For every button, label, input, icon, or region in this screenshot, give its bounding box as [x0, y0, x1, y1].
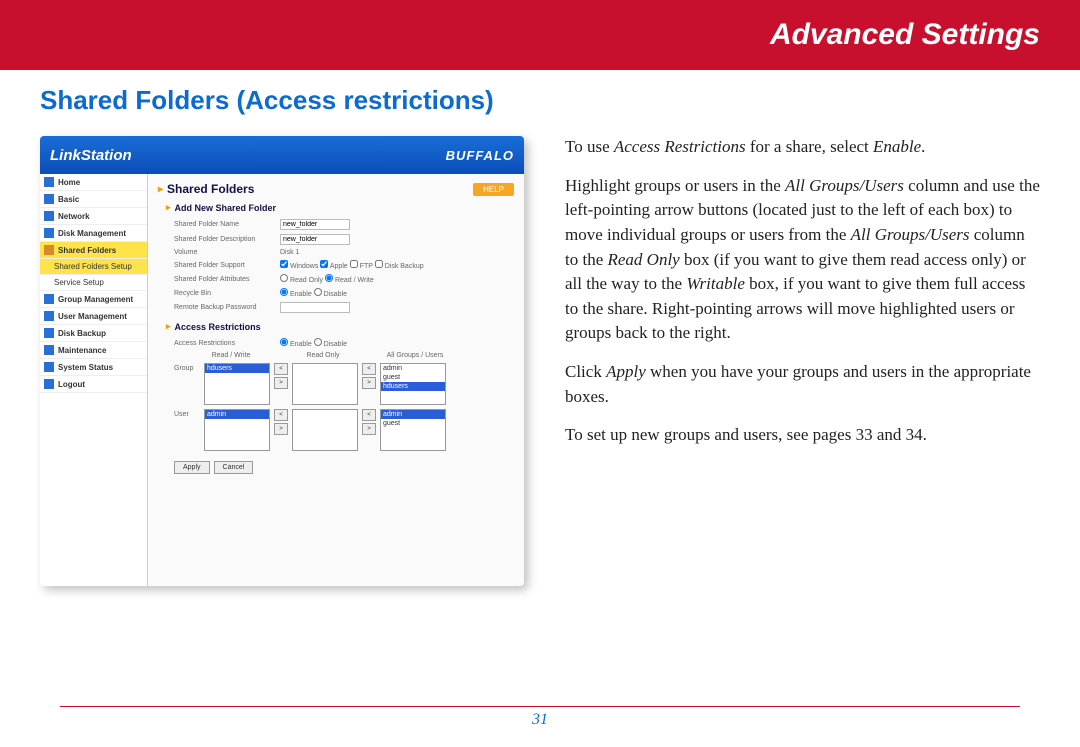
sidebar-item-system-status[interactable]: System Status	[40, 359, 147, 376]
cancel-button[interactable]: Cancel	[214, 461, 254, 474]
sidebar-item-service-setup[interactable]: Service Setup	[40, 275, 147, 291]
listbox-user-ro[interactable]	[292, 409, 358, 451]
nav-icon	[44, 177, 54, 187]
panel-title: Shared Folders	[158, 182, 254, 196]
col-read-write: Read / Write	[198, 352, 264, 359]
input-folder-name[interactable]	[280, 219, 350, 230]
section-title: Shared Folders (Access restrictions)	[40, 85, 540, 116]
subhead-add-folder: Add New Shared Folder	[166, 202, 514, 213]
sidebar-item-shared-folders[interactable]: Shared Folders	[40, 242, 147, 259]
help-button[interactable]: HELP	[473, 183, 514, 196]
main-panel: Shared Folders HELP Add New Shared Folde…	[148, 174, 524, 586]
radio-read-only[interactable]	[280, 274, 288, 282]
checkbox-disk-backup[interactable]	[375, 260, 383, 268]
page-number: 31	[0, 711, 1080, 729]
label-remote-backup-pw: Remote Backup Password	[174, 304, 274, 311]
sidebar: Home Basic Network Disk Management Share…	[40, 174, 148, 586]
sidebar-item-maintenance[interactable]: Maintenance	[40, 342, 147, 359]
radio-recycle-enable[interactable]	[280, 288, 288, 296]
label-support: Shared Folder Support	[174, 262, 274, 269]
label-recycle: Recycle Bin	[174, 290, 274, 297]
sidebar-item-logout[interactable]: Logout	[40, 376, 147, 393]
nav-icon	[44, 294, 54, 304]
sidebar-item-shared-folders-setup[interactable]: Shared Folders Setup	[40, 259, 147, 275]
sidebar-item-network[interactable]: Network	[40, 208, 147, 225]
app-logo: LinkStation	[50, 147, 132, 164]
label-user: User	[174, 409, 200, 418]
label-folder-desc: Shared Folder Description	[174, 236, 274, 243]
arrow-left-icon[interactable]: <	[362, 363, 376, 375]
checkbox-windows[interactable]	[280, 260, 288, 268]
sidebar-item-home[interactable]: Home	[40, 174, 147, 191]
listbox-group-rw[interactable]: hdusers	[204, 363, 270, 405]
arrow-left-icon[interactable]: <	[274, 409, 288, 421]
col-read-only: Read Only	[290, 352, 356, 359]
sidebar-item-user-management[interactable]: User Management	[40, 308, 147, 325]
listbox-user-rw[interactable]: admin	[204, 409, 270, 451]
sidebar-item-group-management[interactable]: Group Management	[40, 291, 147, 308]
sidebar-item-disk-management[interactable]: Disk Management	[40, 225, 147, 242]
label-folder-name: Shared Folder Name	[174, 221, 274, 228]
listbox-group-ro[interactable]	[292, 363, 358, 405]
header-title: Advanced Settings	[770, 18, 1040, 52]
col-all-groups-users: All Groups / Users	[382, 352, 448, 359]
checkbox-apple[interactable]	[320, 260, 328, 268]
nav-icon	[44, 228, 54, 238]
subhead-access-restrictions: Access Restrictions	[166, 321, 514, 332]
app-brand: BUFFALO	[446, 148, 514, 163]
value-volume: Disk 1	[280, 249, 514, 256]
nav-icon	[44, 362, 54, 372]
app-header: LinkStation BUFFALO	[40, 136, 524, 174]
listbox-user-all[interactable]: admin guest	[380, 409, 446, 451]
input-folder-desc[interactable]	[280, 234, 350, 245]
nav-icon	[44, 379, 54, 389]
radio-read-write[interactable]	[325, 274, 333, 282]
arrow-right-icon[interactable]: >	[362, 377, 376, 389]
embedded-screenshot: LinkStation BUFFALO Home Basic Network D…	[40, 136, 524, 586]
nav-icon	[44, 328, 54, 338]
checkbox-ftp[interactable]	[350, 260, 358, 268]
apply-button[interactable]: Apply	[174, 461, 210, 474]
footer-rule	[60, 706, 1020, 707]
instruction-text: To use Access Restrictions for a share, …	[565, 85, 1040, 586]
input-remote-backup-pw[interactable]	[280, 302, 350, 313]
group-row: Group hdusers < > < > admin guest hdusers	[158, 363, 514, 405]
listbox-group-all[interactable]: admin guest hdusers	[380, 363, 446, 405]
nav-icon	[44, 211, 54, 221]
nav-icon	[44, 194, 54, 204]
sidebar-item-basic[interactable]: Basic	[40, 191, 147, 208]
radio-ar-enable[interactable]	[280, 338, 288, 346]
radio-ar-disable[interactable]	[314, 338, 322, 346]
footer: 31	[0, 706, 1080, 729]
label-attributes: Shared Folder Attributes	[174, 276, 274, 283]
arrow-right-icon[interactable]: >	[362, 423, 376, 435]
nav-icon	[44, 345, 54, 355]
user-row: User admin < > < > admin guest	[158, 409, 514, 451]
arrow-left-icon[interactable]: <	[362, 409, 376, 421]
radio-recycle-disable[interactable]	[314, 288, 322, 296]
arrow-left-icon[interactable]: <	[274, 363, 288, 375]
label-group: Group	[174, 363, 200, 372]
nav-icon	[44, 245, 54, 255]
arrow-right-icon[interactable]: >	[274, 377, 288, 389]
label-volume: Volume	[174, 249, 274, 256]
header-banner: Advanced Settings	[0, 0, 1080, 70]
nav-icon	[44, 311, 54, 321]
sidebar-item-disk-backup[interactable]: Disk Backup	[40, 325, 147, 342]
label-access-restrictions: Access Restrictions	[174, 340, 274, 347]
arrow-right-icon[interactable]: >	[274, 423, 288, 435]
